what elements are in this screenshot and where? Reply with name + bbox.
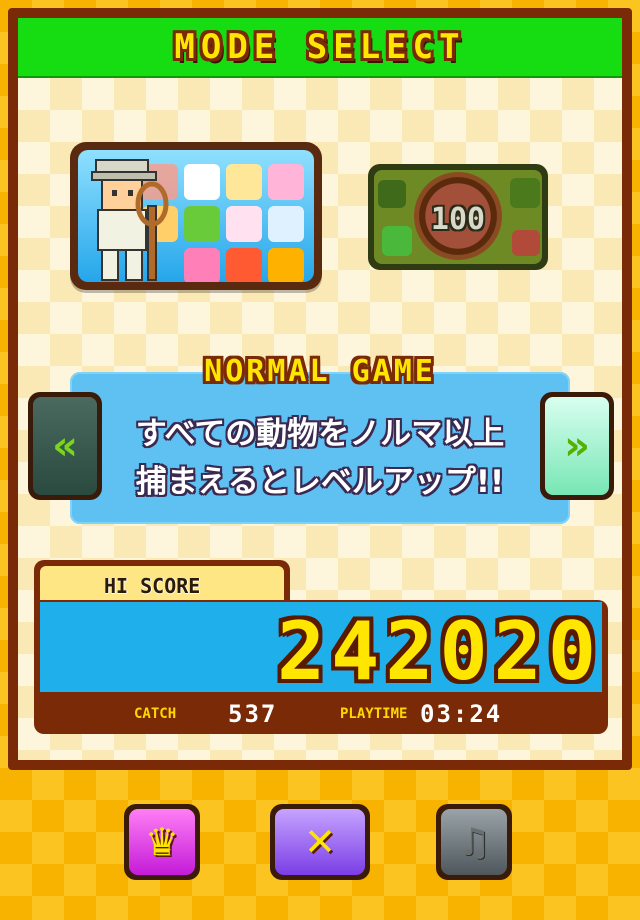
animal-icon (226, 164, 262, 200)
music-toggle-button[interactable]: ♫ (436, 804, 512, 880)
animal-icon (378, 180, 406, 208)
animal-icon (268, 164, 304, 200)
animal-icon (184, 206, 220, 242)
page-title: MODE SELECT (174, 27, 466, 67)
animal-icon (226, 206, 262, 242)
hundred-mode-art: 100 (374, 170, 542, 264)
chevron-right-icon: » (564, 423, 590, 469)
music-note-icon: ♫ (456, 820, 492, 864)
playtime-value: 03:24 (420, 700, 503, 728)
mode-description-line2: 捕まえるとレベルアップ!! (135, 464, 505, 500)
catch-label: CATCH (134, 706, 177, 722)
animal-icon (268, 248, 304, 282)
hi-score-label: HI SCORE (104, 574, 201, 598)
animal-icon (184, 164, 220, 200)
header-bar: MODE SELECT (18, 18, 622, 80)
crown-icon: ♛ (144, 820, 180, 864)
zookeeper-icon (91, 159, 169, 281)
animal-icon (184, 248, 220, 282)
next-mode-button[interactable]: » (540, 392, 614, 500)
hundred-mode-card[interactable]: 100 (368, 164, 548, 270)
normal-mode-art (78, 150, 314, 282)
normal-mode-card[interactable] (70, 142, 322, 290)
animal-icon (512, 230, 540, 256)
animal-icon (226, 248, 262, 282)
hi-score-value: 242020 (277, 605, 602, 698)
ranking-button[interactable]: ♛ (124, 804, 200, 880)
animal-icon (268, 206, 304, 242)
catch-value: 537 (228, 700, 278, 728)
prev-mode-button[interactable]: « (28, 392, 102, 500)
hundred-label: 100 (430, 202, 486, 237)
animal-icon (510, 178, 540, 208)
playtime-label: PLAYTIME (340, 706, 408, 722)
animal-icon (382, 226, 412, 256)
mode-title: NORMAL GAME (204, 354, 436, 389)
close-button[interactable]: ✕ (270, 804, 370, 880)
mode-description-line1: すべての動物をノルマ以上 (135, 416, 505, 452)
close-icon: ✕ (304, 820, 336, 864)
chevron-left-icon: « (52, 423, 78, 469)
